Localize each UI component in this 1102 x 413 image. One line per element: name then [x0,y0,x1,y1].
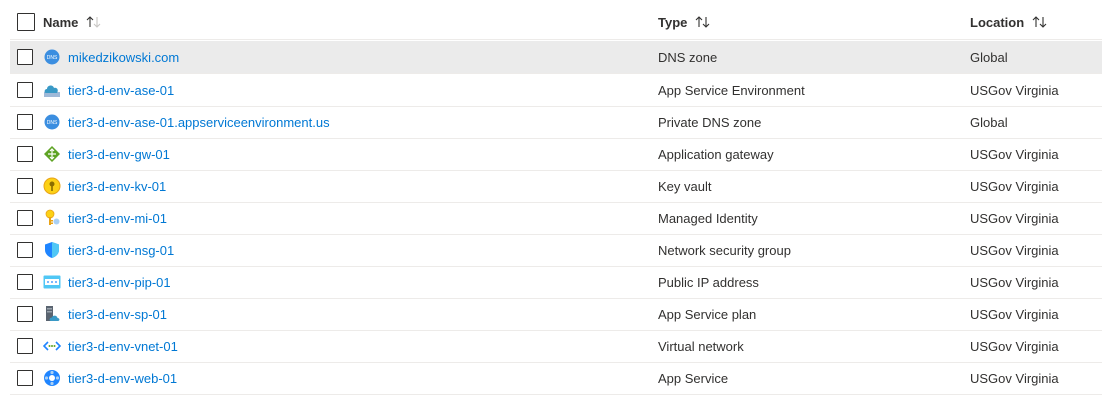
grid-header-row: Name Type Location [10,6,1102,38]
row-checkbox[interactable] [17,49,33,65]
column-header-name-label: Name [43,14,79,30]
network-security-group-icon [43,241,61,259]
name-cell: tier3-d-env-gw-01 [43,138,170,170]
key-vault-icon [43,177,61,195]
name-cell: DNS mikedzikowski.com [43,41,179,73]
type-cell: Virtual network [658,338,744,354]
name-cell: tier3-d-env-web-01 [43,362,177,394]
column-header-name[interactable]: Name [43,6,102,38]
table-row[interactable]: tier3-d-env-vnet-01 Virtual network USGo… [10,330,1102,362]
column-header-type-label: Type [658,14,688,30]
row-checkbox[interactable] [17,146,33,162]
svg-text:DNS: DNS [47,120,58,126]
name-cell: DNS tier3-d-env-ase-01.appserviceenviron… [43,106,330,138]
table-row[interactable]: tier3-d-env-mi-01 Managed Identity USGov… [10,202,1102,234]
row-checkbox[interactable] [17,306,33,322]
resource-link[interactable]: tier3-d-env-nsg-01 [68,243,174,258]
svg-text:DNS: DNS [47,55,58,61]
name-cell: tier3-d-env-vnet-01 [43,330,178,362]
resource-link[interactable]: tier3-d-env-pip-01 [68,275,171,290]
resource-link[interactable]: tier3-d-env-web-01 [68,371,177,386]
resource-link[interactable]: tier3-d-env-kv-01 [68,179,166,194]
type-cell: Public IP address [658,274,759,290]
location-cell: USGov Virginia [970,146,1059,162]
row-checkbox[interactable] [17,82,33,98]
location-cell: USGov Virginia [970,178,1059,194]
row-checkbox[interactable] [17,338,33,354]
table-row[interactable]: tier3-d-env-pip-01 Public IP address USG… [10,266,1102,298]
table-row[interactable]: tier3-d-env-kv-01 Key vault USGov Virgin… [10,170,1102,202]
location-cell: USGov Virginia [970,82,1059,98]
type-cell: Key vault [658,178,712,194]
type-cell: DNS zone [658,49,718,65]
resource-link[interactable]: tier3-d-env-ase-01 [68,83,174,98]
type-cell: Network security group [658,242,791,258]
table-row[interactable]: tier3-d-env-web-01 App Service USGov Vir… [10,362,1102,394]
virtual-network-icon [43,337,61,355]
name-cell: tier3-d-env-ase-01 [43,74,174,106]
location-cell: USGov Virginia [970,338,1059,354]
row-checkbox[interactable] [17,274,33,290]
row-checkbox[interactable] [17,370,33,386]
sort-ascending-icon[interactable] [86,15,102,29]
table-row[interactable]: DNS tier3-d-env-ase-01.appserviceenviron… [10,106,1102,138]
row-checkbox[interactable] [17,178,33,194]
name-cell: tier3-d-env-mi-01 [43,202,167,234]
name-cell: tier3-d-env-nsg-01 [43,234,174,266]
public-ip-icon [43,273,61,291]
row-checkbox[interactable] [17,210,33,226]
column-header-location[interactable]: Location [970,6,1048,38]
app-service-plan-icon [43,305,61,323]
table-row[interactable]: tier3-d-env-gw-01 Application gateway US… [10,138,1102,170]
name-cell: tier3-d-env-sp-01 [43,298,167,330]
dns-zone-icon: DNS [43,48,61,66]
resource-link[interactable]: tier3-d-env-vnet-01 [68,339,178,354]
location-cell: Global [970,49,1008,65]
resource-link[interactable]: tier3-d-env-ase-01.appserviceenvironment… [68,115,330,130]
location-cell: USGov Virginia [970,242,1059,258]
type-cell: Application gateway [658,146,774,162]
application-gateway-icon [43,145,61,163]
resource-link[interactable]: tier3-d-env-gw-01 [68,147,170,162]
app-service-icon [43,369,61,387]
type-cell: App Service plan [658,306,757,322]
header-divider [10,39,1102,40]
table-row[interactable]: tier3-d-env-ase-01 App Service Environme… [10,74,1102,106]
resource-link[interactable]: tier3-d-env-mi-01 [68,211,167,226]
type-cell: App Service [658,370,729,386]
column-header-type[interactable]: Type [658,6,711,38]
column-header-location-label: Location [970,14,1025,30]
location-cell: USGov Virginia [970,370,1059,386]
table-row[interactable]: DNS mikedzikowski.com DNS zone Global [10,41,1102,73]
location-cell: USGov Virginia [970,210,1059,226]
sort-icon[interactable] [1032,15,1048,29]
location-cell: Global [970,114,1008,130]
location-cell: USGov Virginia [970,306,1059,322]
sort-icon[interactable] [695,15,711,29]
resource-link[interactable]: mikedzikowski.com [68,50,179,65]
app-service-environment-icon [43,81,61,99]
row-checkbox[interactable] [17,114,33,130]
location-cell: USGov Virginia [970,274,1059,290]
table-row[interactable]: tier3-d-env-sp-01 App Service plan USGov… [10,298,1102,330]
resource-link[interactable]: tier3-d-env-sp-01 [68,307,167,322]
row-divider [10,394,1102,395]
type-cell: Managed Identity [658,210,758,226]
name-cell: tier3-d-env-kv-01 [43,170,166,202]
select-all-checkbox[interactable] [17,13,35,31]
managed-identity-icon [43,209,61,227]
row-checkbox[interactable] [17,242,33,258]
private-dns-zone-icon: DNS [43,113,61,131]
table-row[interactable]: tier3-d-env-nsg-01 Network security grou… [10,234,1102,266]
type-cell: App Service Environment [658,82,805,98]
name-cell: tier3-d-env-pip-01 [43,266,171,298]
type-cell: Private DNS zone [658,114,762,130]
